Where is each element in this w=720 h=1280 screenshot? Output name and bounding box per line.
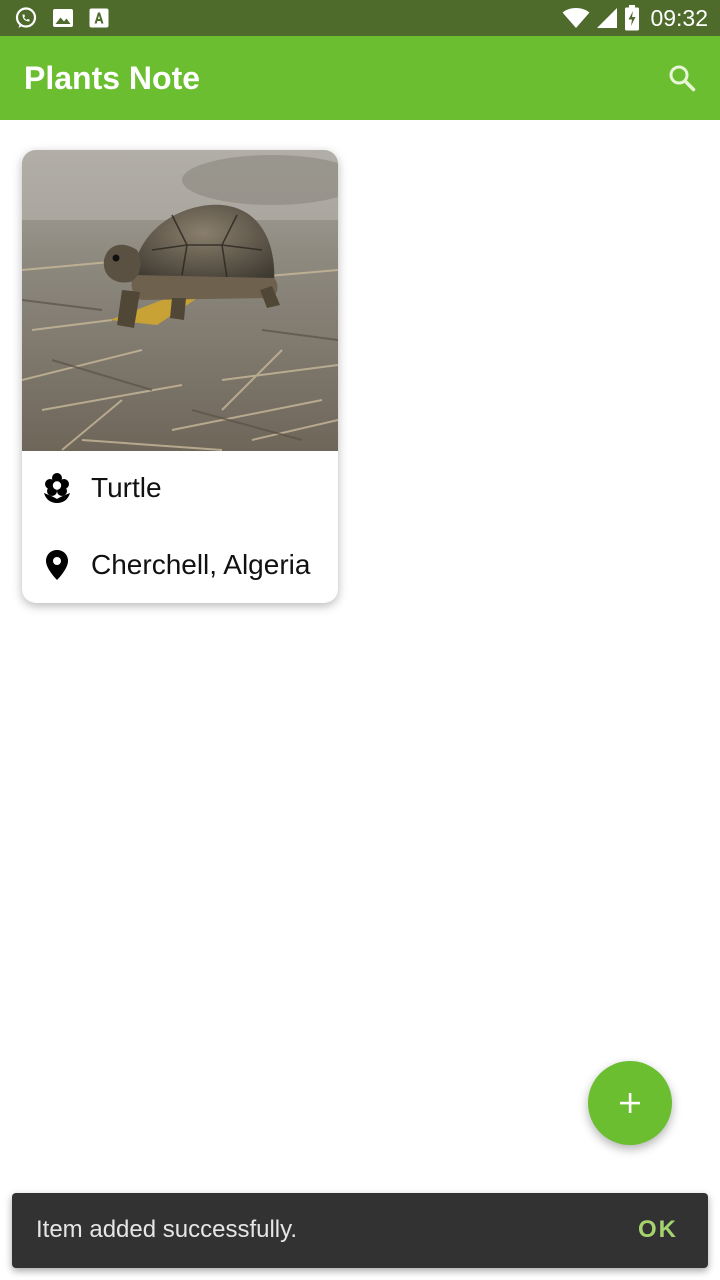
cell-signal-icon [597, 8, 618, 28]
snackbar-ok-button[interactable]: OK [638, 1215, 678, 1245]
snackbar-message: Item added successfully. [36, 1216, 298, 1243]
search-button[interactable] [662, 58, 702, 98]
notification-icons [14, 6, 110, 30]
local-florist-icon [44, 473, 70, 503]
snackbar: Item added successfully. OK [12, 1193, 708, 1268]
add-button[interactable] [588, 1061, 672, 1145]
battery-charging-icon [625, 5, 640, 31]
plant-name: Turtle [91, 472, 162, 503]
plant-name-row: Turtle [22, 468, 338, 508]
image-icon [53, 9, 73, 27]
plant-location: Cherchell, Algeria [91, 549, 311, 580]
status-time: 09:32 [650, 4, 708, 31]
plant-location-row: Cherchell, Algeria [22, 545, 338, 585]
status-bar: 09:32 [0, 0, 720, 36]
system-icons: 09:32 [562, 4, 708, 32]
location-pin-icon [46, 550, 68, 580]
app-bar: Plants Note [0, 36, 720, 120]
add-icon [620, 1093, 640, 1113]
turtle-photo [22, 150, 338, 451]
wifi-icon [562, 8, 590, 28]
whatsapp-icon [15, 7, 37, 28]
search-icon [669, 65, 696, 92]
font-download-icon [89, 8, 109, 28]
app-title: Plants Note [24, 60, 201, 96]
plant-card[interactable]: Turtle Cherchell, Algeria [22, 150, 338, 603]
